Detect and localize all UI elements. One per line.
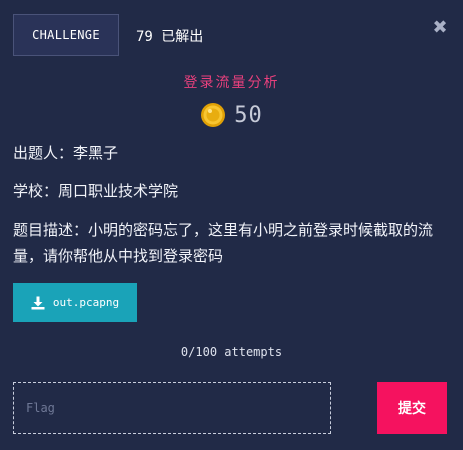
school-line: 学校：周口职业技术学院 xyxy=(13,182,179,200)
author-line: 出题人：李黑子 xyxy=(13,144,119,162)
solves-count: 79 已解出 xyxy=(136,29,204,45)
challenge-title: 登录流量分析 xyxy=(183,75,280,91)
download-filename: out.pcapng xyxy=(52,296,120,309)
flag-input[interactable] xyxy=(13,382,331,434)
download-icon xyxy=(31,296,45,309)
points-display: 50 xyxy=(0,102,463,128)
download-file-button[interactable]: out.pcapng xyxy=(13,283,137,322)
close-icon[interactable]: ✖ xyxy=(432,19,448,37)
points-value: 50 xyxy=(234,102,263,128)
attempts-count: 0/100 attempts xyxy=(180,345,283,359)
coin-icon xyxy=(201,103,226,127)
challenge-description: 题目描述：小明的密码忘了，这里有小明之前登录时候截取的流量，请你帮他从中找到登录… xyxy=(13,221,434,265)
challenge-modal: CHALLENGE 79 已解出 ✖ 登录流量分析 50 出题人：李黑子 学校：… xyxy=(0,0,463,450)
tab-challenge[interactable]: CHALLENGE xyxy=(13,14,119,56)
submit-button[interactable]: 提交 xyxy=(377,382,447,434)
